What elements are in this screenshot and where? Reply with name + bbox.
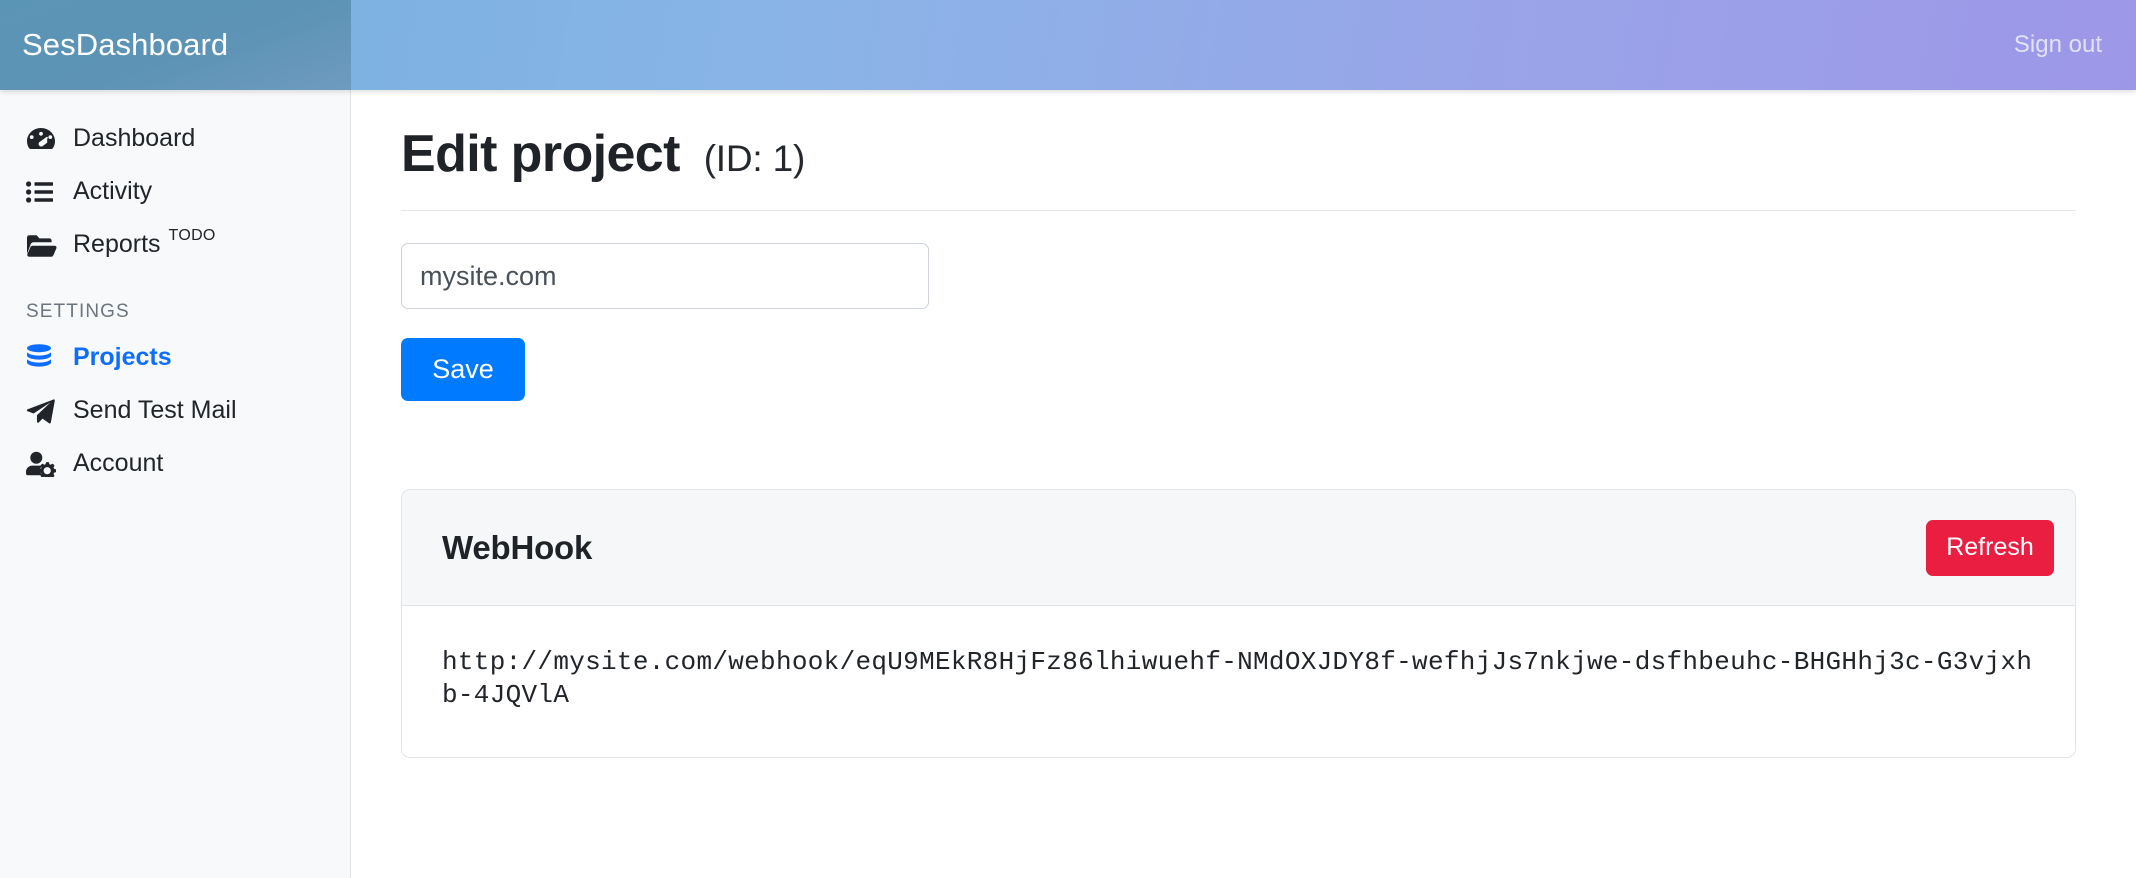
paper-plane-icon: [26, 397, 60, 425]
brand-logo[interactable]: SesDashboard: [0, 0, 351, 90]
sidebar: Dashboard Activity Reports TODO SETTINGS…: [0, 90, 351, 878]
sign-out-label: Sign out: [2013, 31, 2102, 58]
sidebar-item-badge: TODO: [168, 227, 216, 244]
main-content: Edit project (ID: 1) Save WebHook Refres…: [351, 90, 2136, 878]
top-navbar: SesDashboard Sign out: [0, 0, 2136, 90]
sidebar-item-label: Projects: [73, 343, 172, 371]
webhook-card: WebHook Refresh http://mysite.com/webhoo…: [401, 489, 2076, 758]
webhook-card-title: WebHook: [442, 528, 593, 566]
sidebar-section-settings: SETTINGS: [0, 271, 350, 331]
sidebar-item-label: Dashboard: [73, 124, 196, 152]
save-button[interactable]: Save: [401, 338, 525, 401]
refresh-button[interactable]: Refresh: [1926, 519, 2054, 576]
sidebar-item-account[interactable]: Account: [0, 437, 350, 490]
user-gear-icon: [26, 450, 60, 478]
list-icon: [26, 178, 60, 206]
sign-out-button[interactable]: Sign out: [2014, 0, 2136, 90]
sidebar-item-send-test-mail[interactable]: Send Test Mail: [0, 384, 350, 437]
app-root: SesDashboard Sign out Dashboard Activity…: [0, 0, 2136, 878]
project-form: Save: [401, 211, 2076, 401]
webhook-card-header: WebHook Refresh: [402, 490, 2075, 606]
sidebar-item-reports[interactable]: Reports TODO: [0, 218, 350, 271]
page-title: Edit project (ID: 1): [401, 124, 2076, 211]
webhook-url[interactable]: http://mysite.com/webhook/eqU9MEkR8HjFz8…: [442, 646, 2035, 713]
sidebar-item-dashboard[interactable]: Dashboard: [0, 112, 350, 165]
sidebar-item-activity[interactable]: Activity: [0, 165, 350, 218]
navbar-spacer: [351, 0, 2014, 90]
sidebar-item-label: Send Test Mail: [73, 396, 237, 424]
brand-label: SesDashboard: [22, 27, 229, 62]
speedometer-icon: [26, 125, 60, 153]
webhook-card-body: http://mysite.com/webhook/eqU9MEkR8HjFz8…: [402, 606, 2075, 757]
sidebar-item-projects[interactable]: Projects: [0, 331, 350, 384]
sidebar-item-label: Activity: [73, 177, 153, 205]
sidebar-section-label: SETTINGS: [26, 301, 130, 322]
sidebar-item-label: Account: [73, 449, 164, 477]
project-name-input[interactable]: [401, 243, 929, 309]
folder-open-icon: [26, 231, 60, 259]
page-title-text: Edit project: [401, 125, 680, 183]
sidebar-item-label: Reports: [73, 230, 161, 258]
page-title-id: (ID: 1): [703, 138, 806, 179]
database-icon: [26, 344, 60, 372]
